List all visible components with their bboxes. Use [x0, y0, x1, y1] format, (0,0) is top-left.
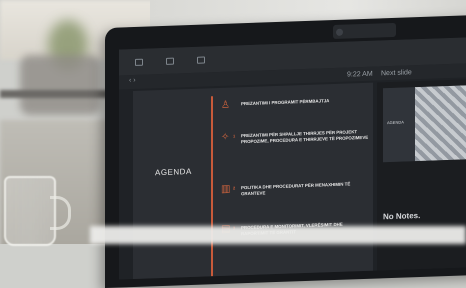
clock: 9:22 AM — [347, 70, 373, 79]
chart-icon: ▥ — [221, 183, 231, 195]
laptop: ‹ › 9:22 AM Next slide AGENDA ♙ PREZANTI… — [105, 14, 466, 288]
people-icon: ♙ — [221, 99, 230, 111]
agenda-item: ✧ 1 PREZANTIMI PËR SHPALLJE THIRRJES PËR… — [221, 129, 369, 145]
timeline-line — [211, 96, 213, 277]
foreground-blur — [90, 226, 466, 244]
thumbnail-art — [415, 84, 466, 162]
shelf — [0, 90, 120, 98]
handshake-icon: ✧ — [221, 131, 230, 143]
current-slide: AGENDA ♙ PREZANTIMI I PROGRAMIT PËRMBAJT… — [133, 82, 373, 280]
speaker-notes: No Notes. — [383, 210, 421, 222]
toolbar-item-1[interactable] — [135, 58, 146, 66]
slide-title: AGENDA — [155, 166, 192, 178]
chair — [20, 55, 100, 115]
thumbnail-label: AGENDA — [387, 119, 404, 126]
toolbar-item-3[interactable] — [197, 56, 208, 64]
webcam-icon — [336, 28, 343, 36]
glass-mug — [4, 176, 56, 246]
grid-icon — [166, 57, 174, 65]
webcam-bar — [333, 22, 396, 40]
next-slide-thumbnail[interactable]: AGENDA — [383, 84, 466, 163]
toolbar-item-2[interactable] — [166, 57, 177, 65]
microphone-icon — [197, 56, 205, 64]
video-icon — [135, 58, 143, 66]
agenda-item: ▥ 2 POLITIKA DHE PROCEDURAT PËR MENAXHIM… — [221, 181, 351, 197]
arrows-icon[interactable]: ‹ › — [129, 77, 136, 84]
next-slide-label: Next slide — [381, 69, 412, 78]
agenda-item: ▤ 3 PROCEDURA E MONITORIMIT, VLERËSIMIT … — [221, 219, 371, 237]
agenda-item: ♙ PREZANTIMI I PROGRAMIT PËRMBAJTJA — [221, 98, 330, 111]
